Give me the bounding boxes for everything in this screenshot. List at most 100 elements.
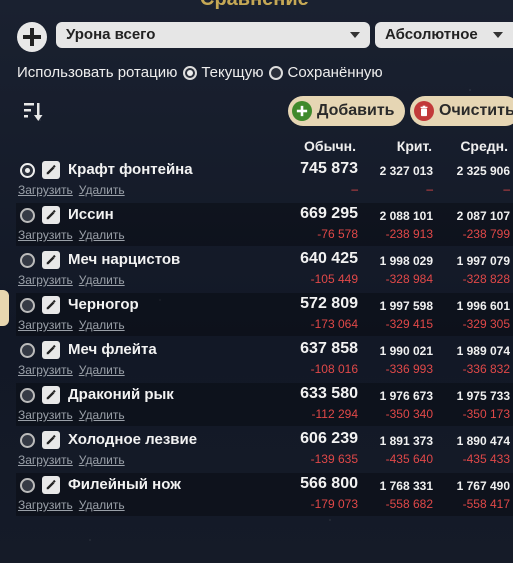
row-radio[interactable] xyxy=(20,163,35,178)
row-links: Загрузить Удалить xyxy=(18,453,131,467)
radio-current-rotation[interactable] xyxy=(183,65,198,80)
mode-select-value: Абсолютное xyxy=(385,26,478,43)
add-target-button[interactable] xyxy=(17,22,47,52)
delete-link[interactable]: Удалить xyxy=(79,498,125,512)
value-avg: 1 975 733 xyxy=(456,389,510,403)
rotation-option-current[interactable]: Текущую xyxy=(201,64,263,81)
value-normal: 566 800 xyxy=(300,475,358,492)
value-avg: 1 890 474 xyxy=(456,434,510,448)
value-crit: 1 768 331 xyxy=(379,479,433,493)
value-normal: 606 239 xyxy=(300,430,358,447)
value-crit: 1 997 598 xyxy=(379,299,433,313)
diff-avg: -435 433 xyxy=(462,452,510,466)
row-radio[interactable] xyxy=(20,433,35,448)
value-crit: 1 891 373 xyxy=(379,434,433,448)
diff-crit: -328 984 xyxy=(385,272,433,286)
diff-normal: -139 635 xyxy=(310,452,358,466)
edit-icon[interactable] xyxy=(42,386,60,404)
row-radio[interactable] xyxy=(20,208,35,223)
clear-button[interactable]: Очистить xyxy=(410,96,513,126)
metric-select[interactable]: Урона всего xyxy=(56,22,370,48)
column-header-avg: Средн. xyxy=(460,138,508,154)
load-link[interactable]: Загрузить xyxy=(18,273,73,287)
load-link[interactable]: Загрузить xyxy=(18,453,73,467)
metric-select-value: Урона всего xyxy=(66,26,156,43)
diff-normal: -105 449 xyxy=(310,272,358,286)
diff-avg: -336 832 xyxy=(462,362,510,376)
diff-avg: – xyxy=(503,182,510,196)
row-links: Загрузить Удалить xyxy=(18,183,131,197)
edit-icon[interactable] xyxy=(42,341,60,359)
delete-link[interactable]: Удалить xyxy=(79,318,125,332)
row-radio[interactable] xyxy=(20,388,35,403)
row-name: Меч флейта xyxy=(68,341,157,358)
delete-link[interactable]: Удалить xyxy=(79,363,125,377)
delete-link[interactable]: Удалить xyxy=(79,408,125,422)
edit-icon[interactable] xyxy=(42,431,60,449)
load-link[interactable]: Загрузить xyxy=(18,408,73,422)
row-name: Филейный нож xyxy=(68,476,181,493)
table-row: Иссин Загрузить Удалить 669 295 2 088 101 2 0… xyxy=(16,203,513,246)
diff-normal: -173 064 xyxy=(310,317,358,331)
clear-button-label: Очистить xyxy=(439,102,513,119)
rotation-option-saved[interactable]: Сохранённую xyxy=(287,64,382,81)
load-link[interactable]: Загрузить xyxy=(18,183,73,197)
edit-icon[interactable] xyxy=(42,476,60,494)
edit-icon[interactable] xyxy=(42,206,60,224)
row-name: Крафт фонтейна xyxy=(68,161,193,178)
diff-avg: -238 799 xyxy=(462,227,510,241)
diff-avg: -350 173 xyxy=(462,407,510,421)
row-links: Загрузить Удалить xyxy=(18,228,131,242)
mode-select[interactable]: Абсолютное xyxy=(375,22,513,48)
load-link[interactable]: Загрузить xyxy=(18,498,73,512)
chevron-down-icon xyxy=(493,32,503,38)
add-button[interactable]: Добавить xyxy=(288,96,405,126)
value-crit: 2 088 101 xyxy=(379,209,433,223)
side-panel-handle[interactable] xyxy=(0,290,9,326)
table-row: Крафт фонтейна Загрузить Удалить 745 873 2 3… xyxy=(16,158,513,201)
edit-icon[interactable] xyxy=(42,296,60,314)
delete-link[interactable]: Удалить xyxy=(79,228,125,242)
value-normal: 640 425 xyxy=(300,250,358,267)
column-header-crit: Крит. xyxy=(396,138,432,154)
row-name: Иссин xyxy=(68,206,114,223)
load-link[interactable]: Загрузить xyxy=(18,363,73,377)
load-link[interactable]: Загрузить xyxy=(18,228,73,242)
row-radio[interactable] xyxy=(20,253,35,268)
delete-link[interactable]: Удалить xyxy=(79,273,125,287)
row-name: Меч нарцистов xyxy=(68,251,181,268)
page-title: Сравнение xyxy=(200,0,309,11)
value-normal: 669 295 xyxy=(300,205,358,222)
diff-crit: -336 993 xyxy=(385,362,433,376)
edit-icon[interactable] xyxy=(42,161,60,179)
row-radio[interactable] xyxy=(20,298,35,313)
table-row: Холодное лезвие Загрузить Удалить 606 239 1 … xyxy=(16,428,513,471)
diff-normal: -179 073 xyxy=(310,497,358,511)
load-link[interactable]: Загрузить xyxy=(18,318,73,332)
diff-crit: – xyxy=(426,182,433,196)
delete-link[interactable]: Удалить xyxy=(79,183,125,197)
edit-icon[interactable] xyxy=(42,251,60,269)
table-row: Меч флейта Загрузить Удалить 637 858 1 990 0… xyxy=(16,338,513,381)
plus-icon xyxy=(23,28,41,46)
row-name: Черногор xyxy=(68,296,139,313)
trash-icon xyxy=(414,101,434,121)
row-links: Загрузить Удалить xyxy=(18,408,131,422)
value-avg: 1 767 490 xyxy=(456,479,510,493)
row-radio[interactable] xyxy=(20,343,35,358)
row-links: Загрузить Удалить xyxy=(18,498,131,512)
table-row: Драконий рык Загрузить Удалить 633 580 1 976… xyxy=(16,383,513,426)
value-crit: 1 976 673 xyxy=(379,389,433,403)
radio-saved-rotation[interactable] xyxy=(269,65,284,80)
diff-avg: -329 305 xyxy=(462,317,510,331)
row-links: Загрузить Удалить xyxy=(18,318,131,332)
diff-normal: -108 016 xyxy=(310,362,358,376)
diff-crit: -435 640 xyxy=(385,452,433,466)
value-normal: 572 809 xyxy=(300,295,358,312)
delete-link[interactable]: Удалить xyxy=(79,453,125,467)
diff-normal: – xyxy=(351,182,358,196)
table-row: Меч нарцистов Загрузить Удалить 640 425 1 99… xyxy=(16,248,513,291)
rotation-label: Использовать ротацию xyxy=(17,64,178,81)
row-radio[interactable] xyxy=(20,478,35,493)
sort-icon[interactable] xyxy=(22,100,44,122)
